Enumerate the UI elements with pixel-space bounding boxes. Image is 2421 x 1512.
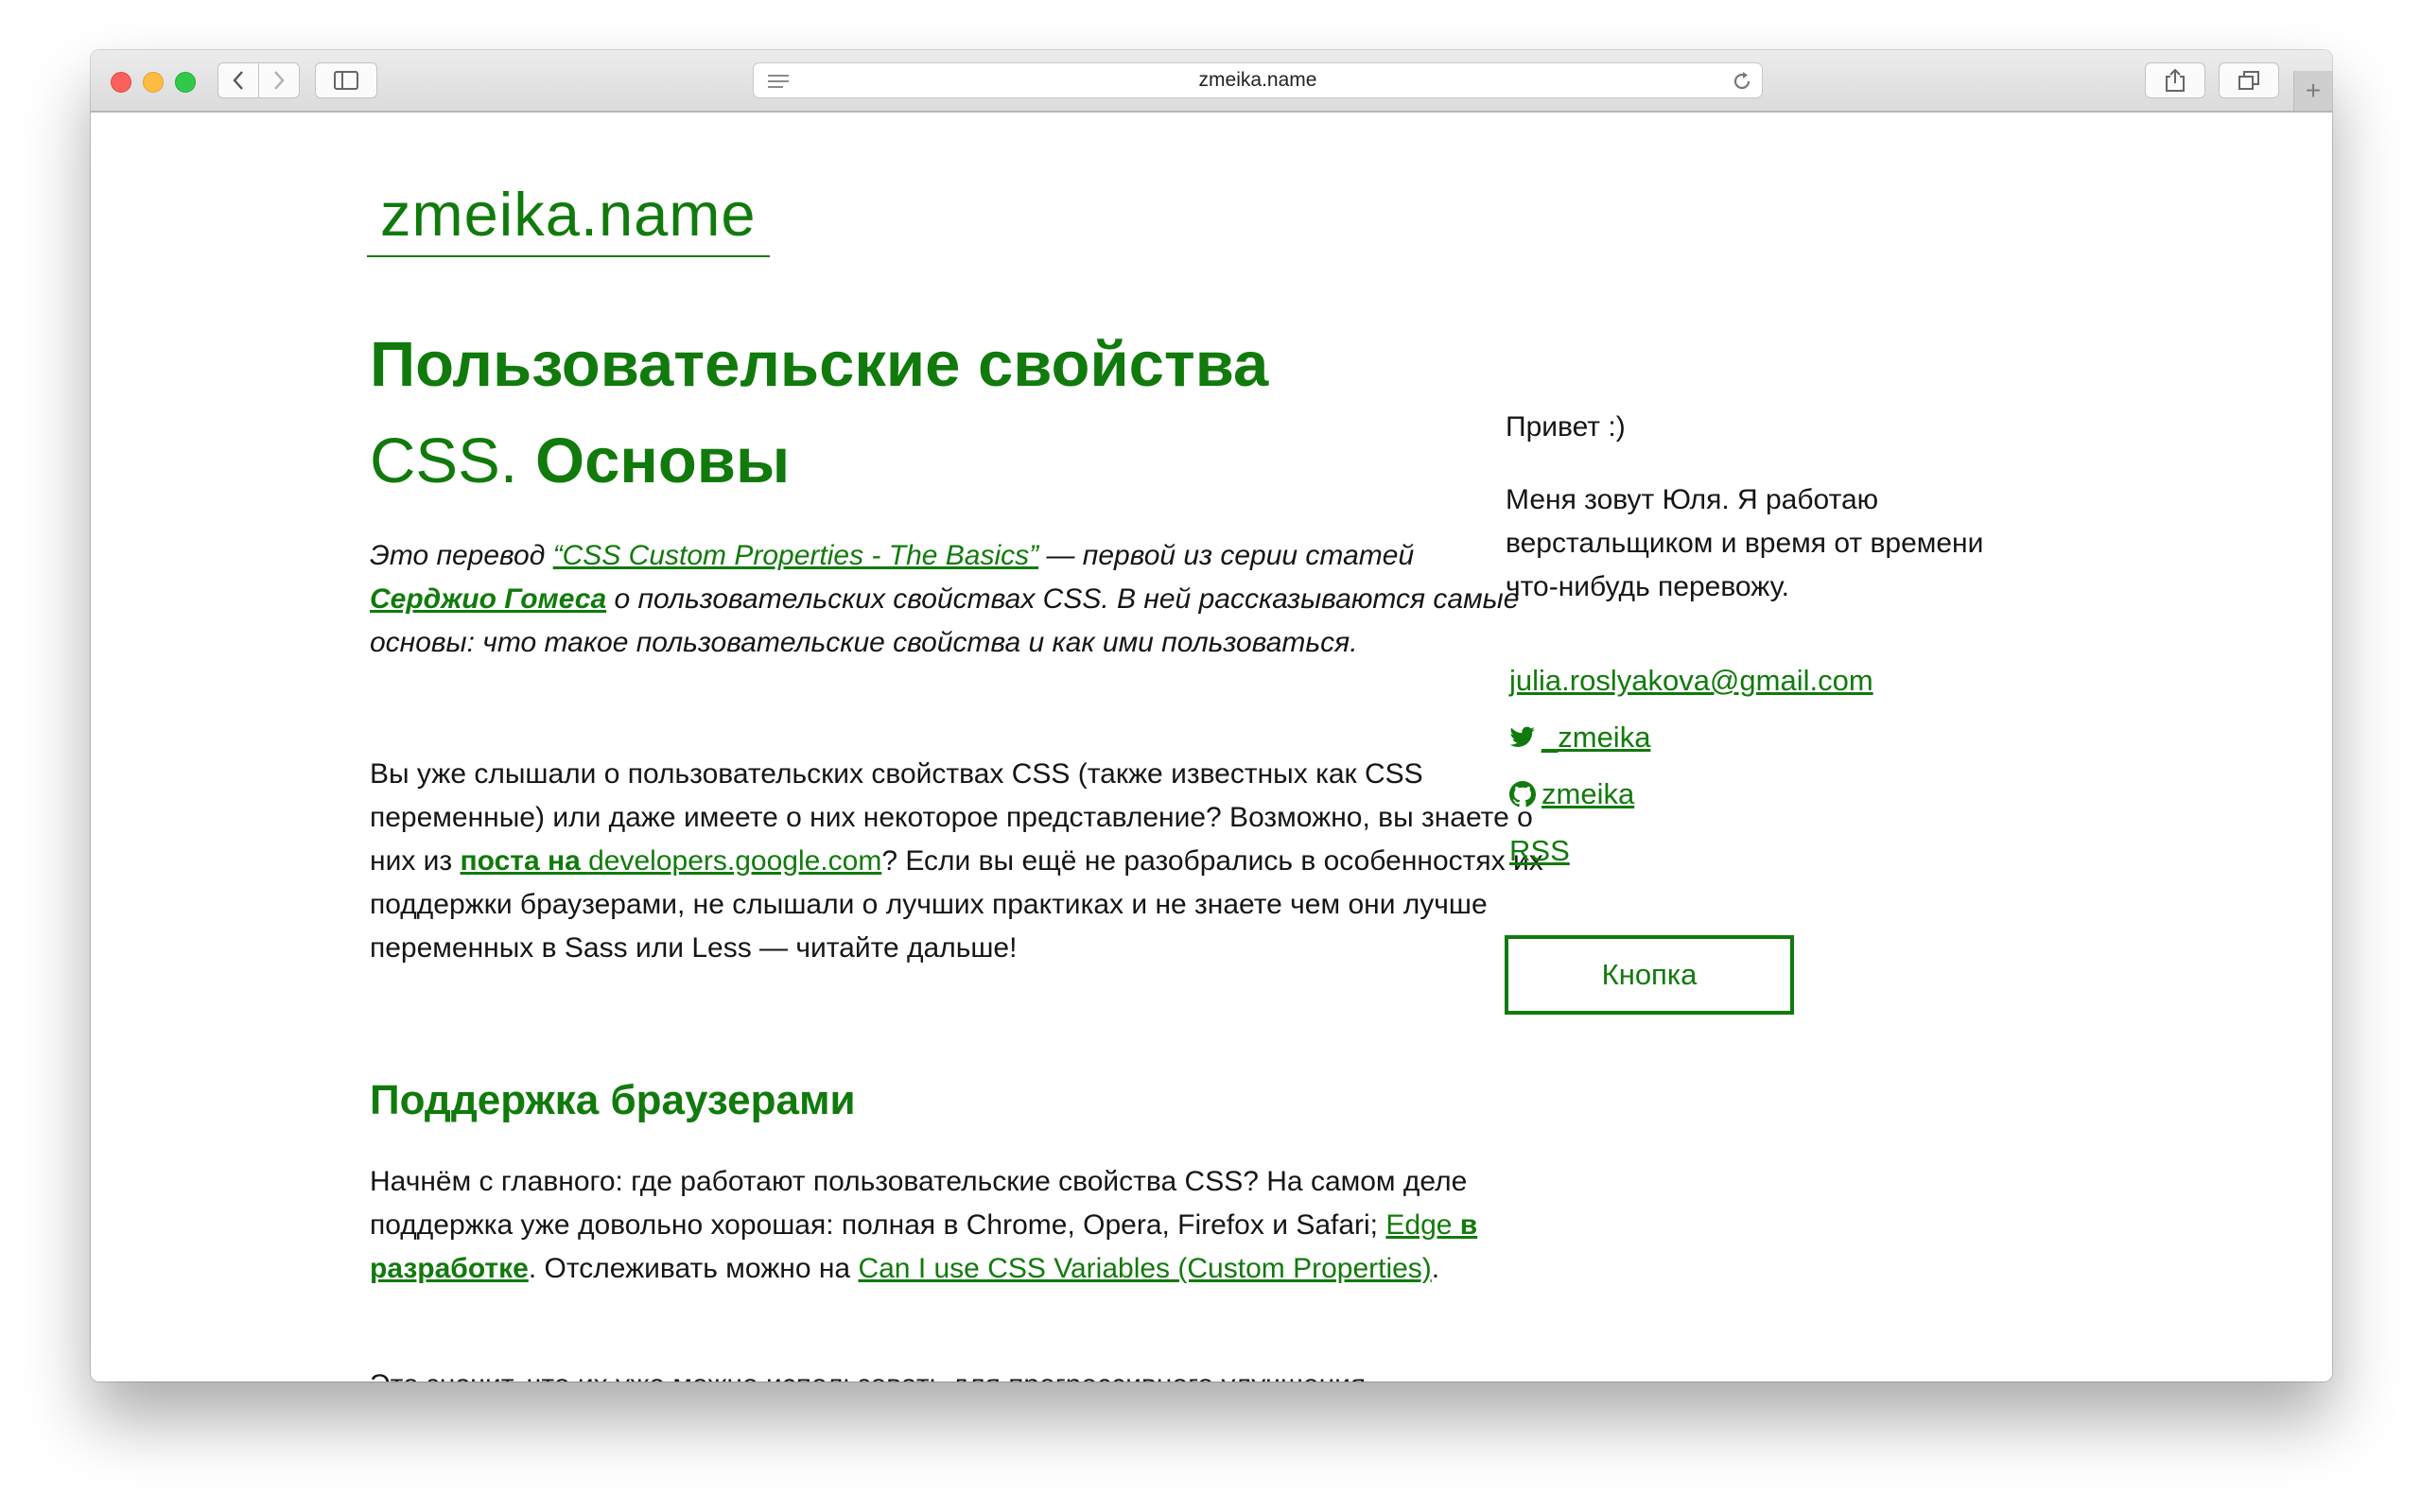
p2-text: полная в <box>833 1209 967 1241</box>
p1-text: (также известных как <box>1070 758 1365 790</box>
url-text: zmeika.name <box>1198 69 1317 91</box>
rss-link[interactable]: RSS <box>1509 834 1570 868</box>
p1-text: Sass <box>564 932 628 964</box>
google-post-link[interactable]: поста на developers.google.com <box>461 845 882 877</box>
chevron-right-icon <box>274 71 285 90</box>
link-domain: developers.google.com <box>588 845 882 877</box>
p2-text: . <box>1431 1253 1440 1284</box>
forward-button[interactable] <box>258 62 300 98</box>
p2-text: Начнём с главного <box>370 1166 616 1197</box>
new-tab-button[interactable]: + <box>2293 71 2332 111</box>
email-link[interactable]: julia.roslyakova@gmail.com <box>1509 664 1873 698</box>
p1-text: ? <box>881 845 897 877</box>
p1-text: CSS <box>1011 758 1071 790</box>
zoom-window-button[interactable] <box>175 72 196 93</box>
chevron-left-icon <box>233 71 243 90</box>
p1-text: Вы уже слышали о пользовательских свойст… <box>370 758 1012 790</box>
p2-text: Chrome, Opera, Firefox <box>966 1209 1264 1241</box>
intro-text: . <box>1350 627 1358 658</box>
p2-text: Safari; <box>1296 1209 1379 1241</box>
p2-text: . Отслеживать можно на <box>528 1253 859 1284</box>
p2-text: : <box>826 1209 834 1241</box>
sidebar-icon <box>334 71 358 90</box>
twitter-handle: _zmeika <box>1541 721 1651 754</box>
github-handle: zmeika <box>1541 777 1635 810</box>
intro-text: что такое пользовательские свойства и ка… <box>474 627 1350 658</box>
p1-text: ! <box>1009 932 1018 964</box>
title-part1: Пользовательские свойства <box>370 329 1269 400</box>
web-page: zmeika.name Пользовательские свойства CS… <box>91 113 2332 1382</box>
title-css: CSS. <box>370 426 518 496</box>
p2-text: : <box>615 1166 623 1197</box>
p1-text: или <box>627 932 692 964</box>
p1-text: ? <box>1206 802 1222 833</box>
site-logo[interactable]: zmeika.name <box>367 179 770 257</box>
section-heading-browser-support: Поддержка браузерами <box>370 1077 856 1123</box>
reload-icon[interactable] <box>1732 71 1752 92</box>
tabs-overview-button[interactable] <box>2219 62 2279 98</box>
p2-text: и <box>1263 1209 1297 1241</box>
intro-text: Это перевод <box>370 540 553 571</box>
paragraph-2: Начнём с главного: где работают пользова… <box>370 1160 1524 1291</box>
p1-text: CSS <box>1365 758 1423 790</box>
sidebar-button[interactable]: Кнопка <box>1505 935 1794 1015</box>
intro-text: — первой из серии статей <box>1038 540 1415 571</box>
title-part2: Основы <box>535 426 791 496</box>
paragraph-3: Это значит, что их уже можно использоват… <box>370 1364 1524 1382</box>
original-article-link[interactable]: “CSS Custom Properties - The Basics” <box>553 540 1038 571</box>
article-intro: Это перевод “CSS Custom Properties - The… <box>370 534 1533 665</box>
intro-text: CSS <box>1042 583 1102 615</box>
tabs-icon <box>2238 71 2259 90</box>
p2-text: CSS? <box>1184 1166 1259 1197</box>
github-icon <box>1509 781 1536 808</box>
close-window-button[interactable] <box>111 72 131 93</box>
p1-text: переменные) или даже имеете о них некото… <box>370 802 1207 833</box>
minimize-window-button[interactable] <box>143 72 164 93</box>
p2-text: где работают пользовательские свойства <box>622 1166 1185 1197</box>
sidebar-greeting: Привет :) <box>1506 411 1626 443</box>
github-link[interactable]: zmeika <box>1509 777 1634 811</box>
browser-toolbar: zmeika.name + <box>91 50 2332 113</box>
intro-text: : <box>466 627 475 658</box>
author-link[interactable]: Серджио Гомеса <box>370 583 606 615</box>
article-title: Пользовательские свойства CSS. Основы <box>370 317 1278 510</box>
link-text: поста на <box>460 845 589 877</box>
browser-window: zmeika.name + zmeika.name Пользовательск… <box>91 50 2332 1382</box>
share-icon <box>2166 68 2185 92</box>
sidebar-toggle-button[interactable] <box>315 62 377 98</box>
link-text: Edge <box>1385 1209 1453 1241</box>
twitter-link[interactable]: _zmeika <box>1509 721 1650 755</box>
back-button[interactable] <box>218 62 259 98</box>
sidebar-about: Меня зовут Юля. Я работаю верстальщиком … <box>1506 484 1984 602</box>
share-button[interactable] <box>2145 62 2205 98</box>
caniuse-link[interactable]: Can I use CSS Variables (Custom Properti… <box>858 1253 1431 1284</box>
p1-text: Less <box>691 932 752 964</box>
plus-icon: + <box>2305 76 2322 105</box>
paragraph-1: Вы уже слышали о пользовательских свойст… <box>370 753 1547 970</box>
address-bar[interactable]: zmeika.name <box>753 62 1763 98</box>
p1-text: — читайте дальше <box>751 932 1010 964</box>
twitter-icon <box>1509 726 1535 747</box>
intro-text: о пользовательских свойствах <box>606 583 1043 615</box>
